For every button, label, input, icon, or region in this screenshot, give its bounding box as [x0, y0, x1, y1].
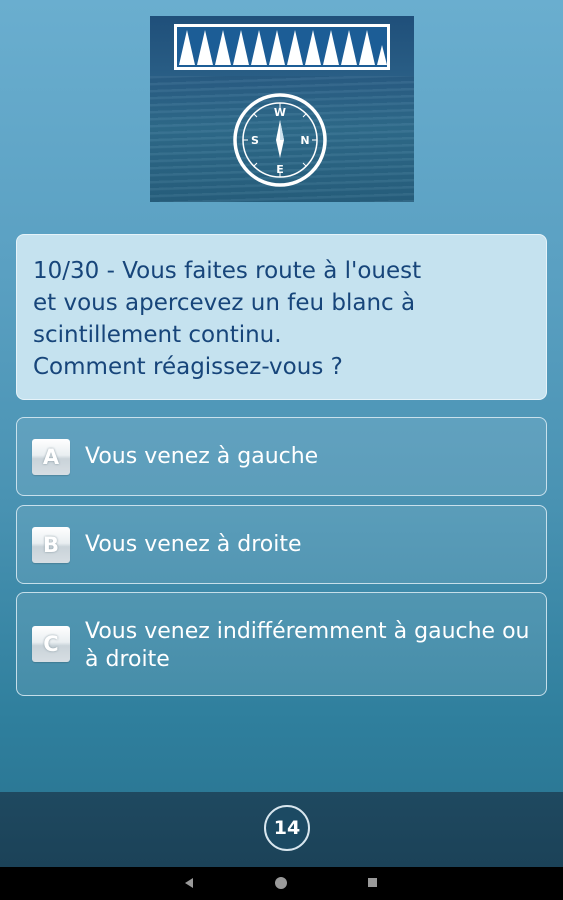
flag-icon — [174, 24, 390, 70]
question-text: 10/30 - Vous faites route à l'ouest et v… — [33, 258, 422, 380]
answer-a-letter: A — [32, 439, 70, 475]
answer-b-text: Vous venez à droite — [85, 532, 302, 557]
recent-apps-icon[interactable] — [368, 878, 377, 887]
answer-b-button[interactable]: B Vous venez à droite — [16, 505, 547, 584]
compass-label-w: W — [274, 106, 286, 119]
answer-c-button[interactable]: C Vous venez indifféremment à gauche ou … — [16, 592, 547, 696]
back-icon[interactable] — [185, 878, 193, 888]
compass-icon: W N E S — [233, 93, 327, 187]
flag-triangles — [177, 27, 387, 67]
android-nav-bar — [0, 867, 563, 900]
answer-a-text: Vous venez à gauche — [85, 444, 319, 469]
answer-b-letter: B — [32, 527, 70, 563]
compass-label-s: S — [251, 134, 259, 147]
score-badge[interactable]: 14 — [264, 805, 310, 851]
compass-label-n: N — [300, 134, 309, 147]
compass-label-e: E — [276, 163, 284, 176]
answer-a-button[interactable]: A Vous venez à gauche — [16, 417, 547, 496]
answer-c-text: Vous venez indifféremment à gauche ou à … — [85, 619, 530, 672]
bottom-bar: 14 — [0, 792, 563, 867]
answer-c-letter: C — [32, 626, 70, 662]
header-image: W N E S — [150, 16, 414, 202]
home-icon[interactable] — [275, 877, 287, 889]
question-card: 10/30 - Vous faites route à l'ouest et v… — [16, 234, 547, 400]
